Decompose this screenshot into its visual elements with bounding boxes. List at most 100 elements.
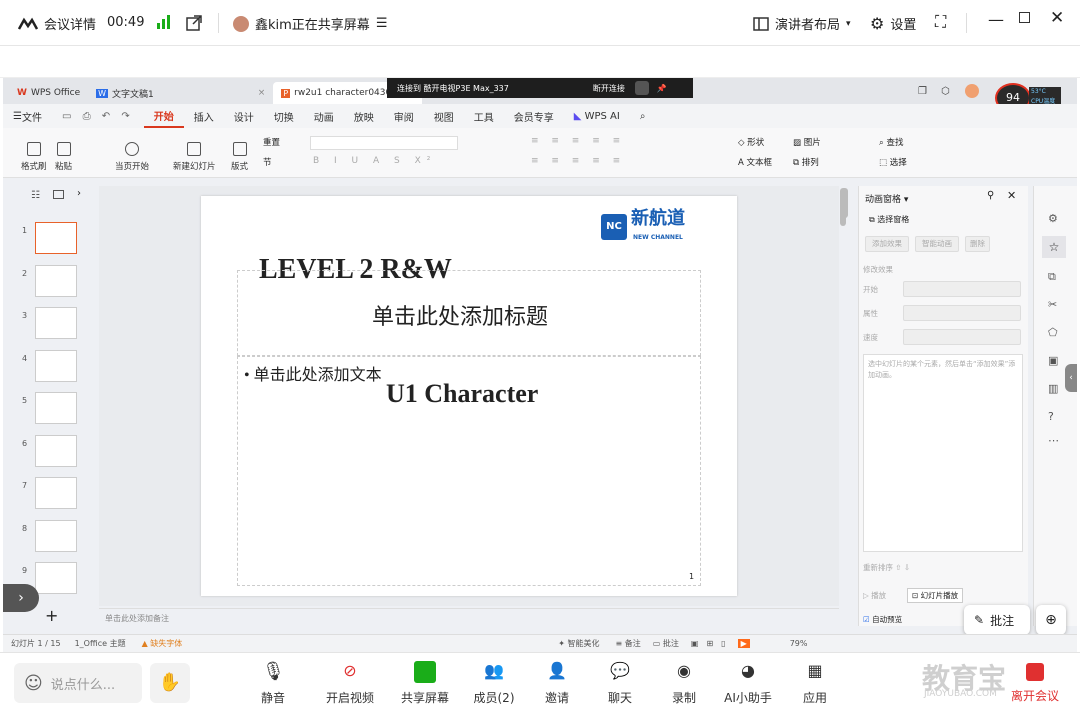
format-painter-button[interactable]: 格式刷	[21, 128, 47, 172]
smart-beauty-button[interactable]: ✦ 智能美化	[558, 638, 599, 649]
mute-button[interactable]: 🎙 静音	[241, 661, 305, 706]
speed-select[interactable]	[903, 329, 1021, 345]
section-button[interactable]: 节	[263, 156, 272, 168]
menu-tools[interactable]: 工具	[464, 104, 504, 128]
chat-input[interactable]: ☺ 说点什么...	[14, 663, 142, 703]
autopreview-checkbox[interactable]: ☑ 自动预览	[863, 614, 902, 625]
missing-font[interactable]: ▲ 缺失字体	[142, 638, 183, 649]
image-icon[interactable]: ▣	[1048, 354, 1058, 367]
slide-thumbnail[interactable]	[35, 562, 77, 594]
zoom-level[interactable]: 79%	[790, 639, 808, 648]
font-name-select[interactable]	[310, 136, 458, 150]
popout-icon[interactable]	[186, 15, 202, 31]
sharer-info[interactable]: 鑫kim正在共享屏幕 ☰	[233, 14, 387, 33]
menu-view[interactable]: 视图	[424, 104, 464, 128]
shape-button[interactable]: ◇ 形状	[738, 136, 764, 148]
menu-file[interactable]: ☰ 文件	[3, 104, 52, 128]
arrange-button[interactable]: ⧉ 排列	[793, 156, 819, 168]
close-icon[interactable]: ×	[258, 88, 266, 98]
fullscreen-icon[interactable]: ⛶	[935, 12, 946, 32]
notes-area[interactable]: 单击此处添加备注	[99, 608, 839, 628]
slide-thumbnail[interactable]	[35, 519, 77, 552]
apps-button[interactable]: ▦ 应用	[783, 661, 847, 706]
reset-button[interactable]: 重置	[263, 136, 280, 148]
quick-access-icons[interactable]: ▭ ⎙ ↶ ↷	[52, 104, 144, 128]
help-icon[interactable]: ?	[1048, 410, 1054, 423]
slides-view-icon[interactable]	[53, 190, 64, 199]
minimize-icon[interactable]: —	[988, 10, 1004, 29]
menu-review[interactable]: 审阅	[384, 104, 424, 128]
property-select[interactable]	[903, 305, 1021, 321]
shape-icon[interactable]: ⬠	[1048, 326, 1058, 339]
scrollbar[interactable]	[840, 188, 848, 218]
add-effect-button[interactable]: 添加效果	[865, 236, 909, 252]
delete-button[interactable]: 删除	[965, 236, 990, 252]
add-slide-button[interactable]: +	[45, 606, 58, 625]
window-icon[interactable]: ❐	[918, 86, 927, 97]
chevron-right-icon[interactable]: ›	[77, 188, 81, 199]
box-icon[interactable]: ⬡	[941, 86, 950, 97]
slide-thumbnail[interactable]	[35, 434, 77, 467]
tools-icon[interactable]: ✂	[1048, 298, 1057, 311]
paragraph-buttons[interactable]: ≡ ≡ ≡ ≡ ≡	[531, 136, 625, 146]
search-icon[interactable]: ⌕	[630, 104, 656, 128]
outline-icon[interactable]: ☷	[31, 190, 40, 201]
new-slide-button[interactable]: 新建幻灯片	[173, 128, 216, 172]
sliders-icon[interactable]: ⚙	[1048, 212, 1058, 225]
align-buttons[interactable]: ≡ ≡ ≡ ≡ ≡	[531, 156, 625, 166]
play-slideshow-button[interactable]: ▶	[737, 639, 750, 648]
annotate-button[interactable]: ✎ 批注	[964, 605, 1030, 635]
slideshow-button[interactable]: ⊡ 幻灯片播放	[907, 588, 964, 603]
title-placeholder[interactable]: 单击此处添加标题	[237, 270, 701, 356]
tab-doc[interactable]: W 文字文稿1 ×	[88, 82, 273, 104]
find-button[interactable]: ⌕ 查找	[879, 136, 903, 148]
menu-member[interactable]: 会员专享	[504, 104, 564, 128]
disconnect-button[interactable]: 断开连接	[593, 83, 625, 94]
menu-insert[interactable]: 插入	[184, 104, 224, 128]
start-select[interactable]	[903, 281, 1021, 297]
leave-button[interactable]: 离开会议	[1010, 663, 1060, 709]
collapse-tab[interactable]: ‹	[1065, 364, 1077, 392]
menu-start[interactable]: 开始	[143, 104, 184, 128]
start-from-current-button[interactable]: 当页开始	[115, 128, 149, 172]
play-button[interactable]: ▷ 播放	[863, 590, 886, 601]
body-placeholder[interactable]: • 单击此处添加文本 U1 Character	[237, 356, 701, 586]
font-style-buttons[interactable]: B I U A S X²	[313, 156, 436, 166]
notes-button[interactable]: ≡ 备注	[616, 638, 641, 649]
raise-hand-icon[interactable]: ✋	[150, 663, 190, 703]
zoom-in-icon[interactable]: ⊕	[1036, 605, 1066, 635]
menu-slideshow[interactable]: 放映	[344, 104, 384, 128]
menu-wps-ai[interactable]: ◣ WPS AI	[564, 104, 630, 128]
close-icon[interactable]: ✕	[1050, 8, 1064, 28]
record-button[interactable]: ◉ 录制	[652, 661, 716, 706]
textbox-button[interactable]: A 文本框	[738, 156, 772, 168]
emoji-icon[interactable]: ☺	[24, 673, 43, 694]
select-button[interactable]: ⬚ 选择	[879, 156, 907, 168]
pin-icon[interactable]: ⚲	[987, 190, 994, 201]
user-avatar[interactable]	[965, 84, 979, 98]
gear-icon[interactable]	[634, 81, 649, 95]
select-pane-link[interactable]: ⧉ 选择窗格	[869, 214, 909, 225]
image-button[interactable]: ▨ 图片	[793, 136, 821, 148]
menu-animation[interactable]: 动画	[304, 104, 344, 128]
menu-design[interactable]: 设计	[224, 104, 264, 128]
more-icon[interactable]: ⋯	[1048, 434, 1059, 447]
menu-transition[interactable]: 切换	[264, 104, 304, 128]
paste-button[interactable]: 粘贴	[55, 128, 72, 172]
members-button[interactable]: 👥 成员(2)	[462, 661, 526, 706]
settings-button[interactable]: ⚙ 设置	[870, 14, 916, 33]
slide-thumbnail[interactable]	[35, 222, 77, 254]
pin-icon[interactable]: 📌	[657, 84, 667, 93]
close-icon[interactable]: ✕	[1007, 189, 1016, 202]
book-icon[interactable]: ▥	[1048, 382, 1058, 395]
slide-thumbnail[interactable]	[35, 477, 77, 509]
chat-button[interactable]: 💬 聊天	[588, 661, 652, 706]
slide-thumbnail[interactable]	[35, 264, 77, 297]
animation-list[interactable]: 选中幻灯片的某个元素，然后单击“添加效果”添加动画。	[863, 354, 1023, 552]
expand-toolbar-button[interactable]: ›	[3, 584, 39, 612]
comment-button[interactable]: ▭ 批注	[653, 638, 679, 649]
share-screen-button[interactable]: 共享屏幕	[393, 661, 457, 706]
copy-icon[interactable]: ⧉	[1048, 270, 1056, 284]
tab-wps-office[interactable]: W WPS Office	[9, 82, 88, 104]
slide-thumbnail[interactable]	[35, 349, 77, 382]
